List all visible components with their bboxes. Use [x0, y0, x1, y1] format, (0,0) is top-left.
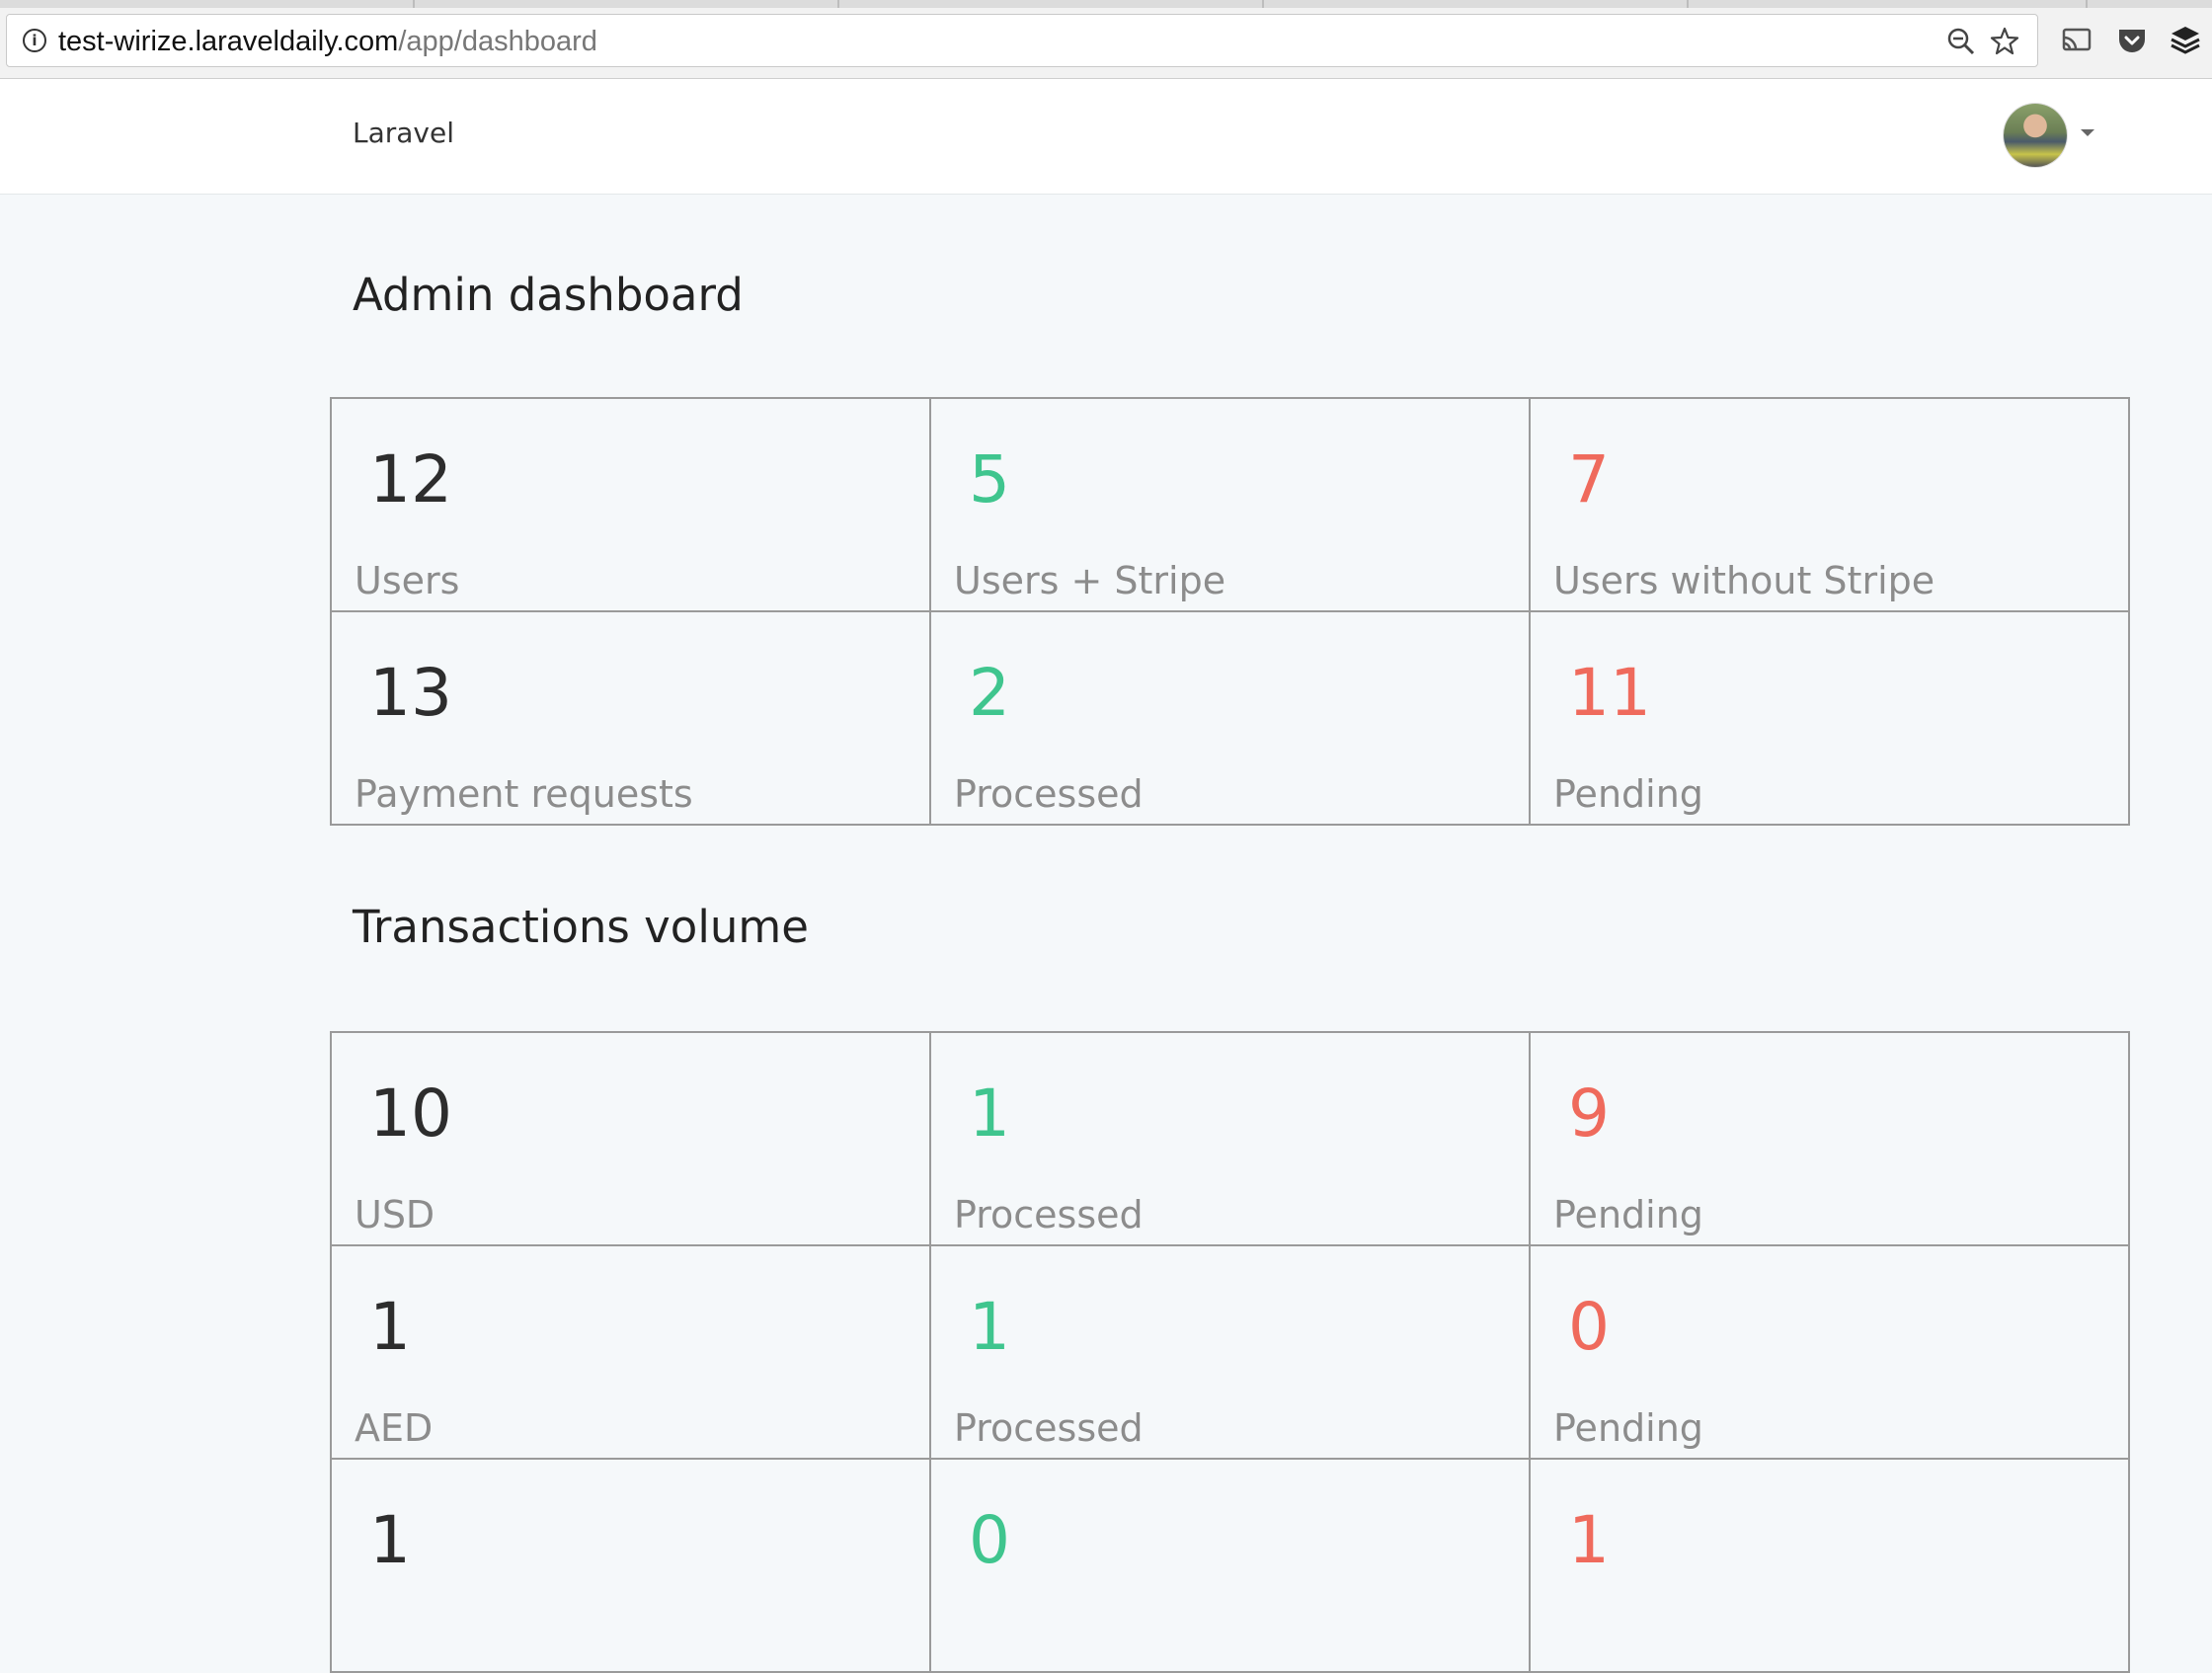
url-text[interactable]: test-wirize.laraveldaily.com/app/dashboa…: [58, 25, 597, 58]
zoom-out-icon[interactable]: [1946, 27, 1976, 56]
stats-row: 13 Payment requests 2 Processed 11 Pending: [332, 612, 2130, 826]
stat-card: 10 USD: [332, 1033, 931, 1246]
stat-card: 0 Pending: [1531, 1246, 2130, 1460]
tab-strip: [0, 0, 2212, 8]
stat-label: Users: [355, 559, 460, 602]
stat-value: 5: [969, 441, 1010, 518]
stat-label: Payment requests: [355, 772, 693, 816]
stat-value: 0: [1568, 1289, 1610, 1365]
transactions-stats-grid: 10 USD 1 Processed 9 Pending 1 AED 1 Processed 0 Pe…: [330, 1031, 2130, 1673]
stat-value: 1: [369, 1502, 411, 1578]
admin-stats-grid: 12 Users 5 Users + Stripe 7 Users without Str…: [330, 397, 2130, 826]
stats-row: 12 Users 5 Users + Stripe 7 Users without Str…: [332, 399, 2130, 612]
stat-value: 1: [369, 1289, 411, 1365]
stat-value: 1: [969, 1289, 1010, 1365]
stat-label: Pending: [1553, 1193, 1703, 1236]
stat-value: 2: [969, 655, 1010, 731]
tab-divider: [2086, 0, 2088, 8]
stat-value: 0: [969, 1502, 1010, 1578]
tab-divider: [1262, 0, 1264, 8]
stat-card: 2 Processed: [931, 612, 1531, 826]
stats-row: 1 0 1: [332, 1460, 2130, 1673]
stats-row: 10 USD 1 Processed 9 Pending: [332, 1033, 2130, 1246]
brand-link[interactable]: Laravel: [353, 117, 454, 149]
stat-label: Pending: [1553, 772, 1703, 816]
bookmark-star-icon[interactable]: [1990, 27, 2019, 56]
stat-label: USD: [355, 1193, 435, 1236]
stat-value: 7: [1568, 441, 1610, 518]
stat-label: Processed: [954, 1406, 1144, 1450]
stat-card: 5 Users + Stripe: [931, 399, 1531, 612]
stat-card: 1: [1531, 1460, 2130, 1673]
transactions-volume-title: Transactions volume: [353, 901, 809, 953]
stat-value: 11: [1568, 655, 1651, 731]
stat-label: Pending: [1553, 1406, 1703, 1450]
stat-card: 13 Payment requests: [332, 612, 931, 826]
url-host: test-wirize.laraveldaily.com: [58, 26, 399, 57]
admin-dashboard-title: Admin dashboard: [353, 269, 744, 321]
browser-toolbar: i test-wirize.laraveldaily.com/app/dashb…: [0, 0, 2212, 79]
app-navbar: Laravel: [0, 79, 2212, 195]
chevron-down-icon[interactable]: [2081, 129, 2094, 136]
stat-card: 7 Users without Stripe: [1531, 399, 2130, 612]
stat-value: 1: [969, 1076, 1010, 1152]
stat-card: 1 Processed: [931, 1033, 1531, 1246]
url-path: /app/dashboard: [398, 26, 597, 57]
stat-card: 11 Pending: [1531, 612, 2130, 826]
site-info-icon[interactable]: i: [23, 29, 46, 52]
stat-value: 13: [369, 655, 452, 731]
stat-label: Users + Stripe: [954, 559, 1226, 602]
stat-value: 12: [369, 441, 452, 518]
stat-label: Processed: [954, 1193, 1144, 1236]
stats-row: 1 AED 1 Processed 0 Pending: [332, 1246, 2130, 1460]
address-bar[interactable]: i test-wirize.laraveldaily.com/app/dashb…: [6, 14, 2038, 67]
cast-icon[interactable]: [2060, 24, 2094, 57]
stat-card: 12 Users: [332, 399, 931, 612]
stat-value: 9: [1568, 1076, 1610, 1152]
tab-divider: [1687, 0, 1689, 8]
stat-value: 1: [1568, 1502, 1610, 1578]
stat-label: Users without Stripe: [1553, 559, 1936, 602]
stat-card: 9 Pending: [1531, 1033, 2130, 1246]
pocket-icon[interactable]: [2115, 24, 2149, 57]
stat-card: 1 Processed: [931, 1246, 1531, 1460]
stat-label: Processed: [954, 772, 1144, 816]
stat-value: 10: [369, 1076, 452, 1152]
stat-card: 0: [931, 1460, 1531, 1673]
layers-icon[interactable]: [2169, 24, 2202, 57]
stat-label: AED: [355, 1406, 434, 1450]
tab-divider: [413, 0, 415, 8]
user-avatar[interactable]: [2004, 104, 2067, 167]
stat-card: 1: [332, 1460, 931, 1673]
stat-card: 1 AED: [332, 1246, 931, 1460]
tab-divider: [837, 0, 839, 8]
